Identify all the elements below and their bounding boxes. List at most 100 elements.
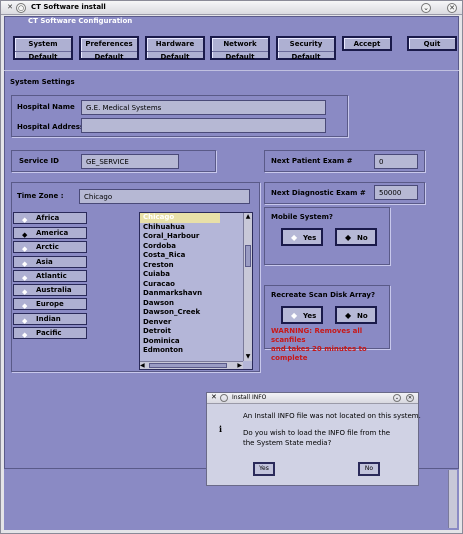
close-x-icon[interactable]: ✕ — [211, 393, 217, 401]
hospital-name-field[interactable]: G.E. Medical Systems — [81, 100, 326, 115]
next-patient-label: Next Patient Exam # — [271, 157, 353, 165]
recreate-yes-button[interactable]: ◆ Yes — [281, 306, 323, 324]
dialog-title-bar[interactable]: ✕ Install INFO ⌄ ✕ — [207, 393, 418, 404]
city-list-horizontal-scrollbar[interactable]: ◀ ▶ — [140, 361, 243, 369]
next-patient-field[interactable]: 0 — [374, 154, 418, 169]
title-bar[interactable]: ✕ ○ CT Software install ⌄ ✕ — [1, 1, 462, 15]
nav-network-button[interactable]: Network Default — [210, 36, 270, 61]
list-item[interactable]: Denver — [140, 318, 252, 328]
scroll-thumb[interactable] — [149, 363, 227, 368]
timezone-label: Time Zone : — [17, 192, 64, 200]
nav-label: System — [28, 40, 58, 48]
hospital-name-label: Hospital Name — [17, 103, 75, 111]
diamond-icon: ◆ — [22, 331, 28, 339]
nav-label: Preferences — [85, 40, 133, 48]
nav-hardware-button[interactable]: Hardware Default — [145, 36, 205, 61]
close-x-icon[interactable]: ✕ — [5, 3, 15, 13]
nav-security-button[interactable]: Security Default — [276, 36, 336, 61]
list-item[interactable]: Curacao — [140, 280, 252, 290]
list-item[interactable]: Edmonton — [140, 346, 252, 356]
city-list-vertical-scrollbar[interactable]: ▲ ▼ — [243, 213, 252, 361]
nav-label: Accept — [353, 40, 381, 48]
dialog-message-line1: An Install INFO file was not located on … — [243, 412, 421, 420]
region-america-button[interactable]: ◆ America — [13, 227, 87, 239]
list-item[interactable]: Dominica — [140, 337, 252, 347]
close-icon[interactable]: ✕ — [406, 394, 414, 402]
list-item[interactable]: Creston — [140, 261, 252, 271]
button-label: Yes — [303, 234, 317, 242]
diamond-icon: ◆ — [22, 302, 28, 310]
region-pacific-button[interactable]: ◆ Pacific — [13, 327, 87, 339]
close-icon[interactable]: ✕ — [447, 3, 457, 13]
region-label: Australia — [36, 286, 72, 294]
mobile-no-button[interactable]: ◆ No — [335, 228, 377, 246]
dialog-no-button[interactable]: No — [358, 462, 380, 476]
region-europe-button[interactable]: ◆ Europe — [13, 298, 87, 310]
region-arctic-button[interactable]: ◆ Arctic — [13, 241, 87, 253]
list-item[interactable]: Danmarkshavn — [140, 289, 252, 299]
region-atlantic-button[interactable]: ◆ Atlantic — [13, 270, 87, 282]
diamond-icon: ◆ — [345, 233, 352, 242]
separator — [4, 70, 459, 71]
list-item[interactable]: Coral_Harbour — [140, 232, 252, 242]
warning-line: WARNING: Removes all scanfiles — [271, 327, 363, 344]
list-item[interactable]: Chihuahua — [140, 223, 252, 233]
diamond-icon: ◆ — [22, 216, 28, 224]
list-item[interactable]: Cuiaba — [140, 270, 252, 280]
scroll-left-icon[interactable]: ◀ — [140, 362, 145, 369]
minimize-icon[interactable]: ⌄ — [393, 394, 401, 402]
list-item[interactable]: Chicago — [140, 213, 220, 223]
region-africa-button[interactable]: ◆ Africa — [13, 212, 87, 224]
next-diagnostic-field[interactable]: 50000 — [374, 185, 418, 200]
scroll-right-icon[interactable]: ▶ — [237, 362, 242, 369]
window-title: CT Software install — [31, 3, 106, 11]
service-id-field[interactable]: GE_SERVICE — [81, 154, 179, 169]
nav-sublabel: Default — [81, 51, 137, 61]
region-label: Arctic — [36, 243, 59, 251]
scroll-thumb[interactable] — [245, 245, 251, 267]
region-asia-button[interactable]: ◆ Asia — [13, 256, 87, 268]
accept-button[interactable]: Accept — [342, 36, 392, 51]
region-label: Africa — [36, 214, 60, 222]
window-menu-icon[interactable] — [220, 394, 228, 402]
diamond-icon: ◆ — [22, 317, 28, 325]
list-item[interactable]: Dawson_Creek — [140, 308, 252, 318]
warning-text: WARNING: Removes all scanfiles and takes… — [271, 327, 391, 363]
timezone-field[interactable]: Chicago — [79, 189, 250, 204]
diamond-icon: ◆ — [22, 274, 28, 282]
next-diagnostic-label: Next Diagnostic Exam # — [271, 189, 366, 197]
mobile-yes-button[interactable]: ◆ Yes — [281, 228, 323, 246]
nav-preferences-button[interactable]: Preferences Default — [79, 36, 139, 61]
diamond-icon: ◆ — [22, 245, 28, 253]
diamond-icon: ◆ — [22, 231, 28, 239]
dialog-yes-button[interactable]: Yes — [253, 462, 275, 476]
quit-button[interactable]: Quit — [407, 36, 457, 51]
nav-system-button[interactable]: System Default — [13, 36, 73, 61]
scroll-down-icon[interactable]: ▼ — [244, 353, 252, 361]
city-list[interactable]: Chicago Chihuahua Coral_Harbour Cordoba … — [139, 212, 253, 370]
right-scrollbar[interactable] — [448, 470, 457, 528]
list-item[interactable]: Dawson — [140, 299, 252, 309]
hospital-address-field[interactable] — [81, 118, 326, 133]
region-label: Pacific — [36, 329, 62, 337]
nav-sublabel: Default — [278, 51, 334, 61]
dialog-message-line2: Do you wish to load the INFO file from t… — [243, 429, 391, 437]
region-label: Europe — [36, 300, 64, 308]
recreate-no-button[interactable]: ◆ No — [335, 306, 377, 324]
service-id-label: Service ID — [19, 157, 59, 165]
nav-label: Quit — [423, 40, 441, 48]
recreate-label: Recreate Scan Disk Array? — [271, 291, 375, 299]
button-label: Yes — [303, 312, 317, 320]
diamond-icon: ◆ — [22, 260, 28, 268]
nav-sublabel: Default — [212, 51, 268, 61]
list-item[interactable]: Costa_Rica — [140, 251, 252, 261]
button-label: No — [357, 234, 368, 242]
window-menu-icon[interactable]: ○ — [16, 3, 26, 13]
diamond-icon: ◆ — [291, 233, 298, 242]
list-item[interactable]: Cordoba — [140, 242, 252, 252]
scroll-up-icon[interactable]: ▲ — [244, 213, 252, 221]
list-item[interactable]: Detroit — [140, 327, 252, 337]
minimize-icon[interactable]: ⌄ — [421, 3, 431, 13]
region-australia-button[interactable]: ◆ Australia — [13, 284, 87, 296]
region-indian-button[interactable]: ◆ Indian — [13, 313, 87, 325]
